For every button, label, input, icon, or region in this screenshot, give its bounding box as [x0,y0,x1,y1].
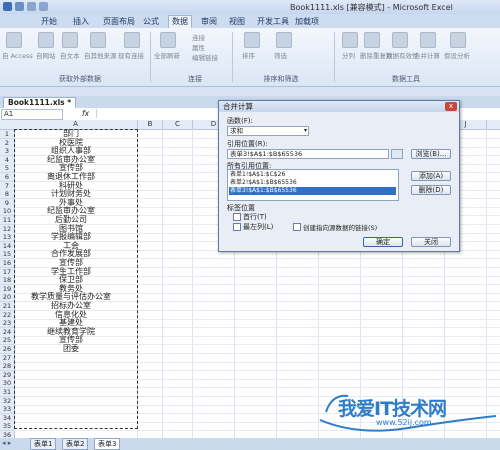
create-links-label: 创建指向源数据的链接(S) [303,224,378,232]
function-select[interactable]: 求和 ▾ [227,126,309,136]
other-sources-icon [90,32,106,48]
ref-value: 表单3!$A$1:$B$65536 [230,150,303,158]
consolidate-icon [420,32,436,48]
chevron-down-icon: ▾ [303,127,307,134]
from-access-button[interactable]: 自 Access [2,50,33,60]
sort-button[interactable]: 排序 [242,50,255,60]
browse-button[interactable]: 浏览(B)... [411,149,451,159]
sheet-nav-icon[interactable]: ◂ ▸ [2,439,11,447]
ref-list-item[interactable]: 表单1!$A$1:$C$26 [229,171,396,179]
copy-marquee [14,129,138,429]
watermark: 我爱IT技术网 www.52ij.com [318,386,498,436]
function-label: 函数(F): [227,117,253,125]
tab-formulas[interactable]: 公式 [140,16,162,27]
ref-label: 引用位置(R): [227,140,268,148]
tab-insert[interactable]: 插入 [70,16,92,27]
consolidate-dialog: 合并计算 x 函数(F): 求和 ▾ 引用位置(R): 表单3!$A$1:$B$… [218,100,460,252]
from-text-button[interactable]: 自文本 [60,50,80,60]
existing-connections-icon [124,32,140,48]
ref-input[interactable]: 表单3!$A$1:$B$65536 [227,149,389,159]
sheet-tab-3[interactable]: 表单3 [94,438,121,450]
tab-developer[interactable]: 开发工具 [254,16,292,27]
row-header[interactable]: 36 [0,431,15,438]
sheet-tab-bar: ◂ ▸ 表单1 表单2 表单3 [0,438,500,450]
tab-home[interactable]: 开始 [38,16,60,27]
name-box[interactable]: A1 [1,109,63,120]
dialog-close-button[interactable]: x [445,102,457,111]
ribbon-separator [334,32,335,82]
group-label-sort-filter: 排序和筛选 [263,75,299,83]
close-button[interactable]: 关闭 [411,237,451,247]
column-header[interactable]: K [487,120,500,130]
filter-icon [276,32,292,48]
remove-duplicates-icon [364,32,380,48]
filter-button[interactable]: 筛选 [274,50,287,60]
text-to-columns-icon [342,32,358,48]
fx-icon[interactable]: fx [82,109,89,118]
ref-list-item[interactable]: 表单2!$A$1:$B$65536 [229,179,396,187]
access-icon [6,32,22,48]
add-button[interactable]: 添加(A) [411,171,451,181]
dialog-title: 合并计算 [219,101,459,112]
select-all-corner[interactable] [0,120,15,130]
ribbon-tabs: 开始 插入 页面布局 公式 数据 审阅 视图 开发工具 加载项 [0,14,500,29]
tab-review[interactable]: 审阅 [198,16,220,27]
all-refs-list[interactable]: 表单1!$A$1:$C$26 表单2!$A$1:$B$65536 表单3!$A$… [227,169,399,201]
cell-a[interactable] [15,431,127,438]
sheet-tab-1[interactable]: 表单1 [30,438,57,450]
function-value: 求和 [230,127,243,135]
watermark-url: www.52ij.com [376,418,432,427]
undo-icon[interactable] [27,2,36,11]
collapse-dialog-icon[interactable] [391,149,403,159]
existing-connections-button[interactable]: 现有连接 [118,50,144,60]
from-web-button[interactable]: 自网站 [36,50,56,60]
edit-links-button[interactable]: 编辑链接 [192,52,218,62]
create-links-checkbox[interactable] [293,223,301,231]
group-label-get-external: 获取外部数据 [59,75,101,83]
what-if-icon [450,32,466,48]
connections-button[interactable]: 连接 [192,32,205,42]
group-label-data-tools: 数据工具 [392,75,420,83]
what-if-button[interactable]: 假设分析 [444,50,470,60]
text-to-columns-button[interactable]: 分列 [342,50,355,60]
window-title: Book1111.xls [兼容模式] - Microsoft Excel [290,3,453,12]
ribbon: 自 Access 自网站 自文本 自其他来源 现有连接 获取外部数据 全部刷新 … [0,28,500,87]
consolidate-button[interactable]: 合并计算 [414,50,440,60]
properties-button[interactable]: 属性 [192,42,205,52]
tab-view[interactable]: 视图 [226,16,248,27]
group-label-connections: 连接 [188,75,202,83]
ok-button[interactable]: 确定 [363,237,403,247]
title-bar: Book1111.xls [兼容模式] - Microsoft Excel [0,0,500,14]
tab-data[interactable]: 数据 [168,15,192,29]
refresh-all-button[interactable]: 全部刷新 [154,50,180,60]
sheet-tab-2[interactable]: 表单2 [62,438,89,450]
tab-page-layout[interactable]: 页面布局 [100,16,138,27]
sort-icon [244,32,260,48]
text-icon [62,32,78,48]
refresh-icon [160,32,176,48]
save-icon[interactable] [15,2,24,11]
column-header[interactable]: C [163,120,193,130]
first-row-checkbox[interactable] [233,213,241,221]
office-button-icon[interactable] [3,2,12,11]
data-validation-icon [392,32,408,48]
redo-icon[interactable] [39,2,48,11]
watermark-text: 我爱IT技术网 [338,398,447,420]
tab-addins[interactable]: 加载项 [292,16,322,27]
ribbon-separator [150,32,151,82]
column-header[interactable]: B [138,120,163,130]
ref-list-item-selected[interactable]: 表单3!$A$1:$B$65536 [229,187,396,195]
ribbon-separator [232,32,233,82]
left-column-checkbox[interactable] [233,223,241,231]
web-icon [38,32,54,48]
first-row-label: 首行(T) [243,213,267,221]
from-other-button[interactable]: 自其他来源 [84,50,117,60]
left-column-label: 最左列(L) [243,223,274,231]
delete-button[interactable]: 删除(D) [411,185,451,195]
